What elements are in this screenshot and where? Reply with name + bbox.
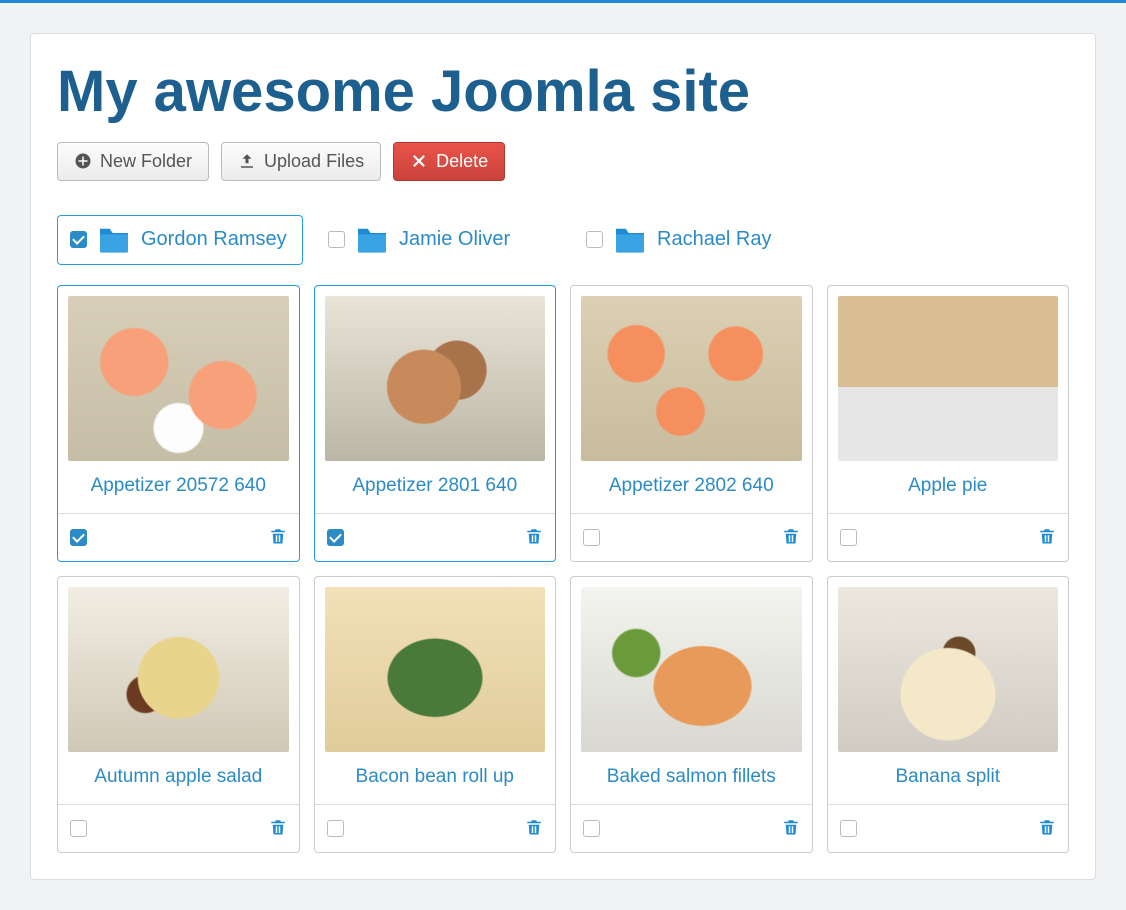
folder-list: Gordon Ramsey Jamie Oliver Rachael Ray bbox=[57, 215, 1069, 265]
delete-file-button[interactable] bbox=[782, 526, 800, 549]
file-name[interactable]: Appetizer 2802 640 bbox=[571, 461, 812, 514]
folder-icon bbox=[97, 226, 131, 254]
trash-icon bbox=[269, 526, 287, 549]
file-thumbnail[interactable] bbox=[581, 296, 802, 461]
file-checkbox[interactable] bbox=[327, 820, 344, 837]
file-checkbox[interactable] bbox=[840, 820, 857, 837]
file-footer bbox=[315, 514, 556, 561]
delete-file-button[interactable] bbox=[1038, 817, 1056, 840]
upload-icon bbox=[238, 152, 256, 170]
top-accent-bar bbox=[0, 0, 1126, 3]
folder-checkbox[interactable] bbox=[70, 231, 87, 248]
upload-files-label: Upload Files bbox=[264, 151, 364, 172]
trash-icon bbox=[782, 817, 800, 840]
file-name[interactable]: Banana split bbox=[828, 752, 1069, 805]
folder-name[interactable]: Jamie Oliver bbox=[399, 228, 510, 251]
file-thumbnail[interactable] bbox=[325, 587, 546, 752]
toolbar: New Folder Upload Files Delete bbox=[57, 142, 1069, 181]
file-footer bbox=[828, 805, 1069, 852]
trash-icon bbox=[782, 526, 800, 549]
file-footer bbox=[571, 514, 812, 561]
file-footer bbox=[58, 805, 299, 852]
file-card[interactable]: Appetizer 20572 640 bbox=[57, 285, 300, 562]
file-checkbox[interactable] bbox=[70, 529, 87, 546]
folder-checkbox[interactable] bbox=[328, 231, 345, 248]
close-icon bbox=[410, 152, 428, 170]
delete-label: Delete bbox=[436, 151, 488, 172]
file-footer bbox=[828, 514, 1069, 561]
file-thumbnail[interactable] bbox=[581, 587, 802, 752]
file-checkbox[interactable] bbox=[327, 529, 344, 546]
file-name[interactable]: Autumn apple salad bbox=[58, 752, 299, 805]
trash-icon bbox=[525, 526, 543, 549]
file-checkbox[interactable] bbox=[840, 529, 857, 546]
file-name[interactable]: Appetizer 2801 640 bbox=[315, 461, 556, 514]
trash-icon bbox=[525, 817, 543, 840]
file-checkbox[interactable] bbox=[70, 820, 87, 837]
folder-name[interactable]: Rachael Ray bbox=[657, 228, 772, 251]
file-checkbox[interactable] bbox=[583, 529, 600, 546]
file-footer bbox=[58, 514, 299, 561]
upload-files-button[interactable]: Upload Files bbox=[221, 142, 381, 181]
new-folder-button[interactable]: New Folder bbox=[57, 142, 209, 181]
file-card[interactable]: Autumn apple salad bbox=[57, 576, 300, 853]
file-grid: Appetizer 20572 640 Appetizer 2801 640 App… bbox=[57, 285, 1069, 853]
file-name[interactable]: Bacon bean roll up bbox=[315, 752, 556, 805]
media-manager-panel: My awesome Joomla site New Folder Upload… bbox=[30, 33, 1096, 880]
folder-icon bbox=[613, 226, 647, 254]
folder-card[interactable]: Jamie Oliver bbox=[315, 215, 561, 265]
folder-icon bbox=[355, 226, 389, 254]
trash-icon bbox=[1038, 526, 1056, 549]
trash-icon bbox=[1038, 817, 1056, 840]
file-card[interactable]: Appetizer 2801 640 bbox=[314, 285, 557, 562]
delete-file-button[interactable] bbox=[782, 817, 800, 840]
file-card[interactable]: Apple pie bbox=[827, 285, 1070, 562]
folder-card[interactable]: Rachael Ray bbox=[573, 215, 819, 265]
delete-file-button[interactable] bbox=[269, 526, 287, 549]
delete-file-button[interactable] bbox=[1038, 526, 1056, 549]
file-thumbnail[interactable] bbox=[68, 587, 289, 752]
file-card[interactable]: Banana split bbox=[827, 576, 1070, 853]
file-thumbnail[interactable] bbox=[838, 587, 1059, 752]
file-thumbnail[interactable] bbox=[838, 296, 1059, 461]
file-name[interactable]: Appetizer 20572 640 bbox=[58, 461, 299, 514]
file-footer bbox=[315, 805, 556, 852]
file-thumbnail[interactable] bbox=[68, 296, 289, 461]
delete-file-button[interactable] bbox=[525, 817, 543, 840]
folder-checkbox[interactable] bbox=[586, 231, 603, 248]
folder-name[interactable]: Gordon Ramsey bbox=[141, 228, 287, 251]
file-checkbox[interactable] bbox=[583, 820, 600, 837]
new-folder-label: New Folder bbox=[100, 151, 192, 172]
file-footer bbox=[571, 805, 812, 852]
trash-icon bbox=[269, 817, 287, 840]
page-title: My awesome Joomla site bbox=[57, 60, 1069, 124]
file-card[interactable]: Baked salmon fillets bbox=[570, 576, 813, 853]
delete-file-button[interactable] bbox=[269, 817, 287, 840]
file-thumbnail[interactable] bbox=[325, 296, 546, 461]
delete-file-button[interactable] bbox=[525, 526, 543, 549]
delete-button[interactable]: Delete bbox=[393, 142, 505, 181]
file-name[interactable]: Baked salmon fillets bbox=[571, 752, 812, 805]
file-name[interactable]: Apple pie bbox=[828, 461, 1069, 514]
file-card[interactable]: Appetizer 2802 640 bbox=[570, 285, 813, 562]
folder-card[interactable]: Gordon Ramsey bbox=[57, 215, 303, 265]
plus-circle-icon bbox=[74, 152, 92, 170]
file-card[interactable]: Bacon bean roll up bbox=[314, 576, 557, 853]
